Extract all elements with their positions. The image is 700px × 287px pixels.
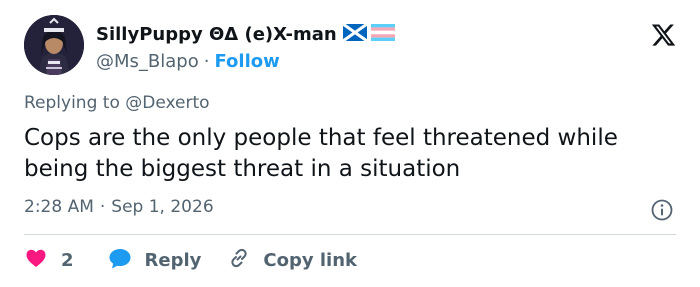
avatar[interactable] (24, 15, 84, 75)
replying-to: Replying to @Dexerto (24, 93, 210, 113)
meta-separator: · (99, 197, 106, 217)
handle-row: @Ms_Blapo · Follow (96, 48, 395, 74)
follow-button[interactable]: Follow (214, 51, 279, 72)
reply-label: Reply (144, 249, 202, 271)
transgender-flag-icon (370, 23, 395, 45)
reply-bubble-icon (107, 246, 133, 274)
replying-prefix: Replying to (24, 93, 120, 113)
tweet-text: Cops are the only people that feel threa… (24, 125, 618, 182)
scotland-flag-icon (341, 22, 368, 45)
link-icon (227, 246, 251, 274)
divider (24, 234, 676, 235)
tweet-time: 2:28 AM (24, 197, 94, 217)
tweet-date: Sep 1, 2026 (111, 197, 214, 217)
copy-link-label: Copy link (263, 249, 357, 271)
tweet-header: SillyPuppy ΘΔ (e)X-man @Ms_Blapo · Follo… (96, 21, 395, 74)
reply-button[interactable]: Reply (107, 246, 202, 274)
like-count: 2 (61, 249, 74, 271)
tweet-timestamp[interactable]: 2:28 AM · Sep 1, 2026 (24, 197, 214, 217)
copy-link-button[interactable]: Copy link (227, 246, 357, 274)
like-button[interactable]: 2 (24, 246, 74, 274)
name-row: SillyPuppy ΘΔ (e)X-man (96, 21, 395, 47)
action-bar: 2 Reply Copy link (24, 246, 357, 274)
handle[interactable]: @Ms_Blapo (96, 51, 199, 72)
replying-mention[interactable]: @Dexerto (125, 93, 209, 113)
heart-icon (24, 246, 48, 274)
x-logo-icon[interactable] (650, 22, 677, 48)
separator-dot: · (203, 50, 210, 72)
info-icon[interactable] (650, 198, 674, 222)
display-name[interactable]: SillyPuppy ΘΔ (e)X-man (96, 24, 337, 45)
